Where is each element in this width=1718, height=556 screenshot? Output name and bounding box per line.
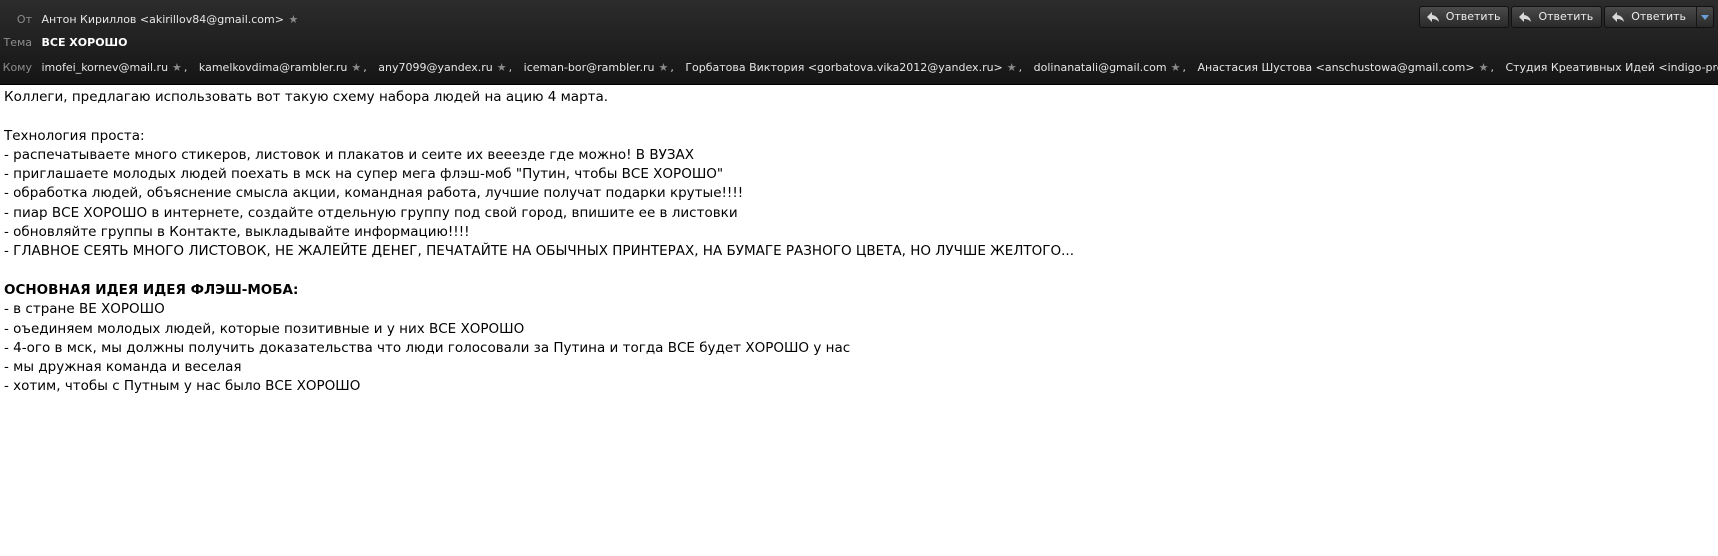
subject-value: ВСЕ ХОРОШО <box>41 36 128 49</box>
reply-menu-button[interactable]: Ответить <box>1604 6 1714 28</box>
recipient-separator: , <box>363 61 367 74</box>
reply-all-button[interactable]: Ответить <box>1511 6 1603 28</box>
list-item: - обработка людей, объяснение смысла акц… <box>4 185 744 202</box>
reply-all-button-label: Ответить <box>1538 10 1594 23</box>
recipient[interactable]: any7099@yandex.ru <box>378 61 493 74</box>
recipient[interactable]: dolinanatali@gmail.com <box>1034 61 1167 74</box>
recipient-separator: , <box>183 61 188 74</box>
message-body: Коллеги, предлагаю использовать вот таку… <box>4 88 1704 397</box>
list-item: - хотим, чтобы с Путным у нас было ВСЕ Х… <box>4 378 361 395</box>
list-item: - оъединяем молодых людей, которые позит… <box>4 320 525 337</box>
recipient[interactable]: Горбатова Виктория <gorbatova.vika2012@y… <box>685 61 1002 74</box>
subject-row: Тема ВСЕ ХОРОШО <box>0 34 128 52</box>
star-icon[interactable]: ★ <box>1007 61 1017 74</box>
intro-paragraph: Коллеги, предлагаю использовать вот таку… <box>4 89 609 105</box>
reply-button-label: Ответить <box>1445 10 1501 23</box>
recipient[interactable]: imofei_kornev@mail.ru <box>42 61 169 74</box>
star-icon[interactable]: ★ <box>351 61 361 74</box>
reply-arrow-icon <box>1519 12 1532 22</box>
star-icon[interactable]: ★ <box>1171 61 1181 74</box>
tech-heading: Технология проста: <box>4 127 145 144</box>
chevron-down-icon[interactable] <box>1696 7 1713 27</box>
from-value[interactable]: Антон Кириллов <akirillov84@gmail.com> <box>42 13 284 26</box>
reply-arrow-icon <box>1426 12 1439 22</box>
star-icon[interactable]: ★ <box>658 61 668 74</box>
recipient-separator: , <box>1490 61 1494 74</box>
reply-button[interactable]: Ответить <box>1418 6 1510 28</box>
reply-buttons: Ответить Ответить Ответить <box>1418 6 1714 28</box>
recipient[interactable]: iceman-bor@rambler.ru <box>524 61 655 74</box>
star-icon[interactable]: ★ <box>497 61 507 74</box>
message-header: От Антон Кириллов <akirillov84@gmail.com… <box>0 0 1718 85</box>
star-icon[interactable]: ★ <box>172 61 182 74</box>
recipient[interactable]: kamelkovdima@rambler.ru <box>199 61 347 74</box>
list-item: - мы дружная команда и веселая <box>4 359 242 376</box>
list-item: - 4-ого в мск, мы должны получить доказа… <box>4 339 851 356</box>
to-row: Кому imofei_kornev@mail.ru ★, kamelkovdim… <box>0 59 1718 77</box>
list-item: - ГЛАВНОЕ СЕЯТЬ МНОГО ЛИСТОВОК, НЕ ЖАЛЕЙ… <box>4 243 1074 260</box>
list-item: - распечатываете много стикеров, листово… <box>4 146 694 163</box>
list-item: - обновляйте группы в Контакте, выкладыв… <box>4 224 470 241</box>
idea-heading: ОСНОВНАЯ ИДЕЯ ИДЕЯ ФЛЭШ-МОБА: <box>4 281 299 298</box>
reply-menu-button-label: Ответить <box>1631 10 1686 23</box>
recipient[interactable]: Анастасия Шустова <anschustowa@gmail.com… <box>1198 61 1475 74</box>
recipient-separator: , <box>508 61 513 74</box>
from-label: От <box>16 13 32 26</box>
recipient-separator: , <box>1182 61 1187 74</box>
list-item: - в стране ВЕ ХОРОШО <box>4 301 165 318</box>
recipient[interactable]: Студия Креативных Идей <indigo-pro@bk.ru… <box>1505 61 1718 74</box>
subject-label: Тема <box>3 36 32 49</box>
recipient-separator: , <box>1018 61 1023 74</box>
to-label: Кому <box>2 61 32 74</box>
recipients-list: imofei_kornev@mail.ru ★, kamelkovdima@ram… <box>42 61 1718 74</box>
from-row: От Антон Кириллов <akirillov84@gmail.com… <box>0 11 300 29</box>
star-icon[interactable]: ★ <box>1479 61 1489 74</box>
reply-arrow-icon <box>1612 12 1625 22</box>
list-item: - пиар ВСЕ ХОРОШО в интернете, создайте … <box>4 204 738 221</box>
list-item: - приглашаете молодых людей поехать в мс… <box>4 166 724 183</box>
star-icon[interactable]: ★ <box>288 13 298 26</box>
recipient-separator: , <box>670 61 674 74</box>
